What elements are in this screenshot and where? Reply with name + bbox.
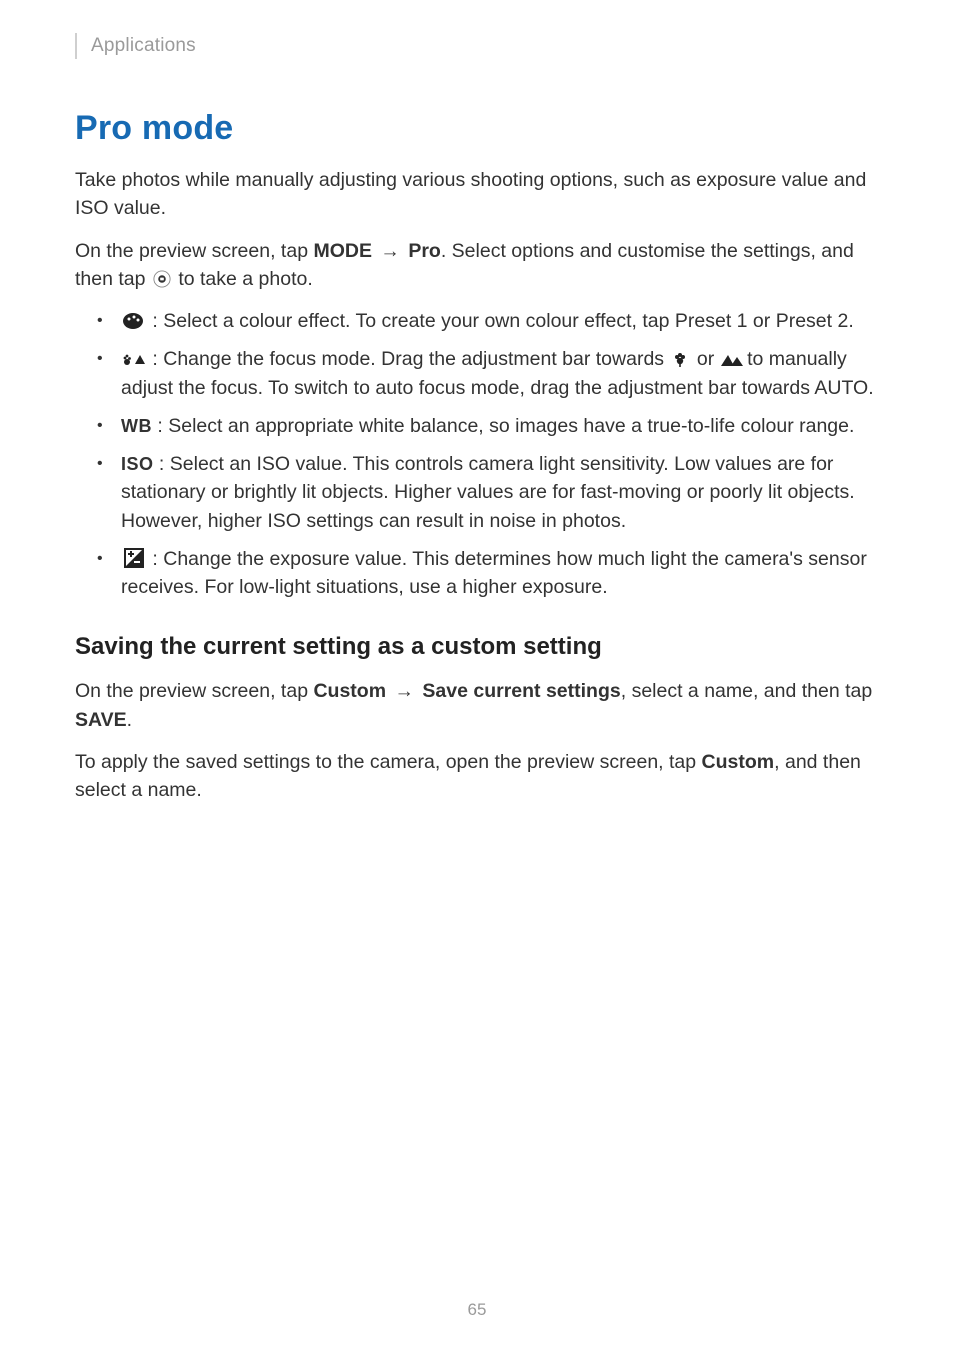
li-text: : Change the focus mode. Drag the adjust… — [147, 348, 669, 370]
instr-pre: On the preview screen, tap — [75, 240, 313, 262]
li-mid1: or — [691, 348, 719, 370]
preset1: Preset 1 — [675, 310, 748, 332]
p2-pre: To apply the saved settings to the camer… — [75, 751, 702, 773]
instruction-text: On the preview screen, tap MODE → Pro. S… — [75, 237, 879, 294]
page-title: Pro mode — [75, 109, 879, 148]
shutter-icon — [151, 268, 173, 288]
p1-b3: SAVE — [75, 709, 127, 731]
wb-icon: WB — [121, 413, 152, 433]
li-text: : Select an ISO value. This controls cam… — [121, 453, 855, 532]
p1-b2: Save current settings — [422, 680, 620, 702]
apply-settings-text: To apply the saved settings to the camer… — [75, 748, 879, 805]
list-item: : Select a colour effect. To create your… — [103, 307, 879, 335]
instr-pro: Pro — [408, 240, 441, 262]
p1-pre: On the preview screen, tap — [75, 680, 313, 702]
list-item: WB : Select an appropriate white balance… — [103, 412, 879, 440]
li-mid: or — [748, 310, 776, 332]
list-item: : Change the focus mode. Drag the adjust… — [103, 345, 879, 402]
li-post: . — [848, 310, 853, 332]
li-text: : Select a colour effect. To create your… — [147, 310, 675, 332]
page-root: Applications Pro mode Take photos while … — [0, 0, 954, 1350]
li-post: . — [868, 377, 873, 399]
intro-text: Take photos while manually adjusting var… — [75, 166, 879, 223]
instr-tail: to take a photo. — [173, 268, 313, 290]
instr-mode: MODE — [313, 240, 372, 262]
list-item: : Change the exposure value. This determ… — [103, 545, 879, 602]
palette-icon — [121, 310, 147, 330]
auto-label: AUTO — [814, 377, 868, 399]
p2-b1: Custom — [702, 751, 775, 773]
p1-b1: Custom — [313, 680, 386, 702]
arrow-icon: → — [375, 240, 405, 262]
breadcrumb: Applications — [91, 35, 196, 57]
preset2: Preset 2 — [776, 310, 849, 332]
arrow-icon: → — [389, 680, 419, 702]
mountain-icon — [720, 348, 742, 368]
section-heading: Saving the current setting as a custom s… — [75, 633, 879, 661]
focus-mode-icon — [121, 348, 147, 368]
header: Applications — [75, 33, 879, 59]
save-settings-text: On the preview screen, tap Custom → Save… — [75, 677, 879, 734]
p1-post: . — [127, 709, 132, 731]
p1-mid: , select a name, and then tap — [621, 680, 873, 702]
exposure-icon — [121, 548, 147, 568]
page-number: 65 — [0, 1300, 954, 1320]
iso-icon: ISO — [121, 451, 154, 471]
li-text: : Change the exposure value. This determ… — [121, 548, 867, 598]
header-divider — [75, 33, 77, 59]
li-text: : Select an appropriate white balance, s… — [152, 415, 854, 437]
list-item: ISO : Select an ISO value. This controls… — [103, 450, 879, 535]
feature-list: : Select a colour effect. To create your… — [75, 307, 879, 601]
flower-icon — [669, 348, 691, 368]
